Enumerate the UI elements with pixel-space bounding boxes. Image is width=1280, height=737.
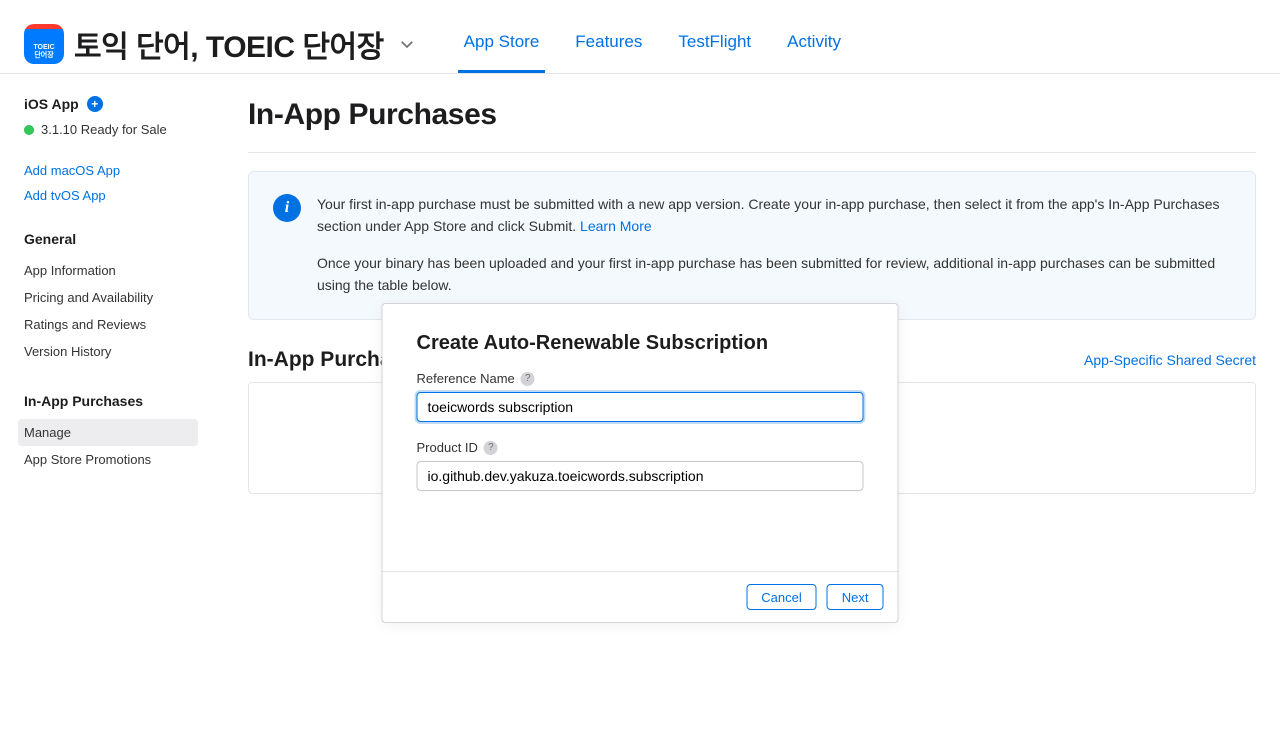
sidebar-item-ratings[interactable]: Ratings and Reviews	[24, 311, 220, 338]
app-icon	[24, 24, 64, 64]
tab-testflight[interactable]: TestFlight	[672, 14, 757, 73]
main-tabs: App Store Features TestFlight Activity	[446, 14, 859, 73]
tab-features[interactable]: Features	[569, 14, 648, 73]
create-subscription-modal: Create Auto-Renewable Subscription Refer…	[382, 303, 899, 623]
sidebar-item-promotions[interactable]: App Store Promotions	[24, 446, 220, 473]
ios-app-label: iOS App	[24, 96, 79, 112]
info-callout: i Your first in-app purchase must be sub…	[248, 171, 1256, 320]
learn-more-link[interactable]: Learn More	[580, 218, 652, 234]
app-title-group[interactable]: 토익 단어, TOEIC 단어장	[74, 22, 418, 66]
app-title: 토익 단어, TOEIC 단어장	[74, 22, 384, 66]
info-icon: i	[273, 194, 301, 222]
product-id-input[interactable]	[417, 461, 864, 491]
add-tvos-link[interactable]: Add tvOS App	[24, 188, 220, 203]
sidebar-platform-links: Add macOS App Add tvOS App	[24, 163, 220, 203]
field-product-id: Product ID ?	[417, 440, 864, 491]
add-macos-link[interactable]: Add macOS App	[24, 163, 220, 178]
modal-footer: Cancel Next	[383, 571, 898, 622]
sidebar-item-pricing[interactable]: Pricing and Availability	[24, 284, 220, 311]
tab-activity[interactable]: Activity	[781, 14, 847, 73]
status-dot-icon	[24, 125, 34, 135]
info-paragraph-1: Your first in-app purchase must be submi…	[317, 194, 1231, 237]
chevron-down-icon[interactable]	[396, 33, 418, 55]
version-status-label: 3.1.10 Ready for Sale	[41, 122, 167, 137]
info-text: Your first in-app purchase must be submi…	[317, 194, 1231, 297]
info-paragraph-2: Once your binary has been uploaded and y…	[317, 253, 1231, 296]
page-title: In-App Purchases	[248, 98, 1256, 153]
field-reference-name: Reference Name ?	[417, 371, 864, 422]
app-specific-shared-secret-link[interactable]: App-Specific Shared Secret	[1084, 352, 1256, 368]
sidebar-general-title: General	[24, 231, 220, 247]
sidebar-ios-app-heading: iOS App +	[24, 96, 220, 112]
cancel-button[interactable]: Cancel	[746, 584, 816, 610]
reference-name-input[interactable]	[417, 392, 864, 422]
sidebar-iap-title: In-App Purchases	[24, 393, 220, 409]
sidebar-section-general: General App Information Pricing and Avai…	[24, 231, 220, 365]
modal-title: Create Auto-Renewable Subscription	[417, 332, 864, 355]
sidebar-item-app-information[interactable]: App Information	[24, 257, 220, 284]
next-button[interactable]: Next	[827, 584, 884, 610]
help-icon[interactable]: ?	[521, 372, 535, 386]
app-header: 토익 단어, TOEIC 단어장 App Store Features Test…	[0, 0, 1280, 74]
add-version-button[interactable]: +	[87, 96, 103, 112]
sidebar-section-iap: In-App Purchases Manage App Store Promot…	[24, 393, 220, 473]
reference-name-label: Reference Name	[417, 371, 515, 386]
sidebar-item-manage[interactable]: Manage	[18, 419, 198, 446]
product-id-label: Product ID	[417, 440, 478, 455]
help-icon[interactable]: ?	[484, 441, 498, 455]
sidebar-item-version-history[interactable]: Version History	[24, 338, 220, 365]
version-row[interactable]: 3.1.10 Ready for Sale	[24, 122, 220, 137]
sidebar: iOS App + 3.1.10 Ready for Sale Add macO…	[0, 74, 220, 494]
tab-app-store[interactable]: App Store	[458, 14, 546, 73]
